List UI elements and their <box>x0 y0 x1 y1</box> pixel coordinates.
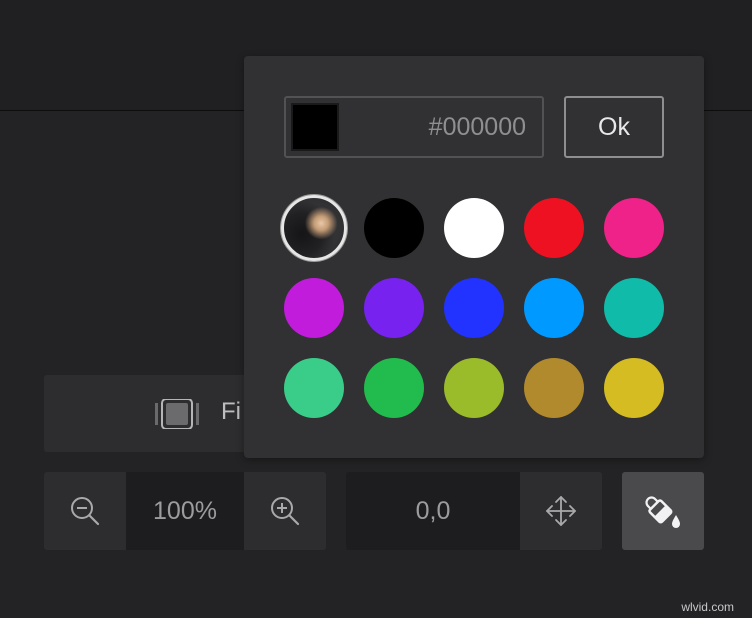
magnifier-plus-icon <box>271 497 300 526</box>
color-swatch-white[interactable] <box>444 198 504 258</box>
fit-frame-icon <box>155 399 199 429</box>
current-color-preview <box>291 103 339 151</box>
color-swatch-mustard[interactable] <box>604 358 664 418</box>
color-swatch-ochre[interactable] <box>524 358 584 418</box>
zoom-out-button[interactable] <box>44 472 126 550</box>
move-button[interactable] <box>520 472 602 550</box>
color-swatch-lime[interactable] <box>444 358 504 418</box>
color-swatch-sky-blue[interactable] <box>524 278 584 338</box>
zoom-level[interactable]: 100% <box>126 472 244 550</box>
color-swatch-violet[interactable] <box>364 278 424 338</box>
color-swatch-mint[interactable] <box>284 358 344 418</box>
fill-color-button[interactable] <box>622 472 704 550</box>
hex-color-field[interactable] <box>284 96 544 158</box>
color-swatch-custom-image[interactable] <box>281 195 347 261</box>
color-swatch-blue[interactable] <box>444 278 504 338</box>
move-arrows-icon <box>546 496 576 526</box>
color-swatch-pink[interactable] <box>604 198 664 258</box>
color-swatch-green[interactable] <box>364 358 424 418</box>
zoom-in-button[interactable] <box>244 472 326 550</box>
hex-input[interactable] <box>346 98 526 156</box>
color-swatch-black[interactable] <box>364 198 424 258</box>
color-picker-popover: Ok <box>244 56 704 458</box>
magnifier-minus-icon <box>71 497 100 526</box>
color-swatch-magenta[interactable] <box>284 278 344 338</box>
position-value[interactable]: 0,0 <box>346 472 520 550</box>
color-swatch-red[interactable] <box>524 198 584 258</box>
ok-button[interactable]: Ok <box>564 96 664 158</box>
fit-button-label: Fi <box>221 398 241 425</box>
watermark: wlvid.com <box>681 600 734 614</box>
color-swatch-teal[interactable] <box>604 278 664 338</box>
paint-bucket-icon <box>645 496 680 528</box>
